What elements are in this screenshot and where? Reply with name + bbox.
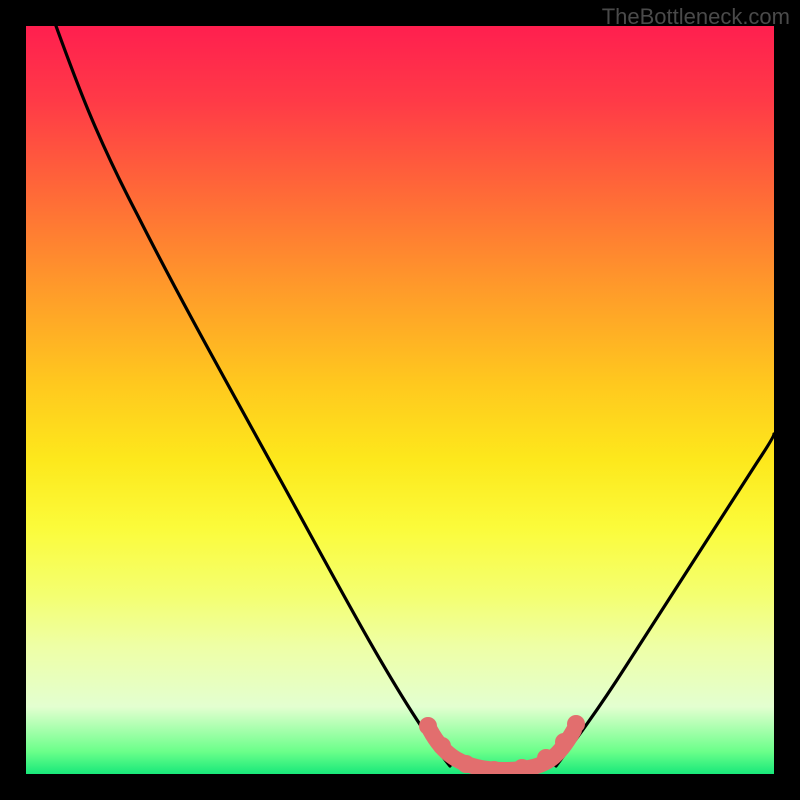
valley-marker-dot: [419, 717, 437, 735]
valley-marker-dot: [567, 715, 585, 733]
valley-marker-dot: [555, 733, 573, 751]
chart-curves-svg: [26, 26, 774, 774]
curve-right-limb: [556, 434, 774, 766]
valley-marker-dot: [457, 755, 475, 773]
curve-left-limb: [56, 26, 450, 766]
valley-marker-dot: [433, 737, 451, 755]
watermark-text: TheBottleneck.com: [602, 4, 790, 30]
chart-plot-area: [26, 26, 774, 774]
valley-marker-dot: [537, 749, 555, 767]
